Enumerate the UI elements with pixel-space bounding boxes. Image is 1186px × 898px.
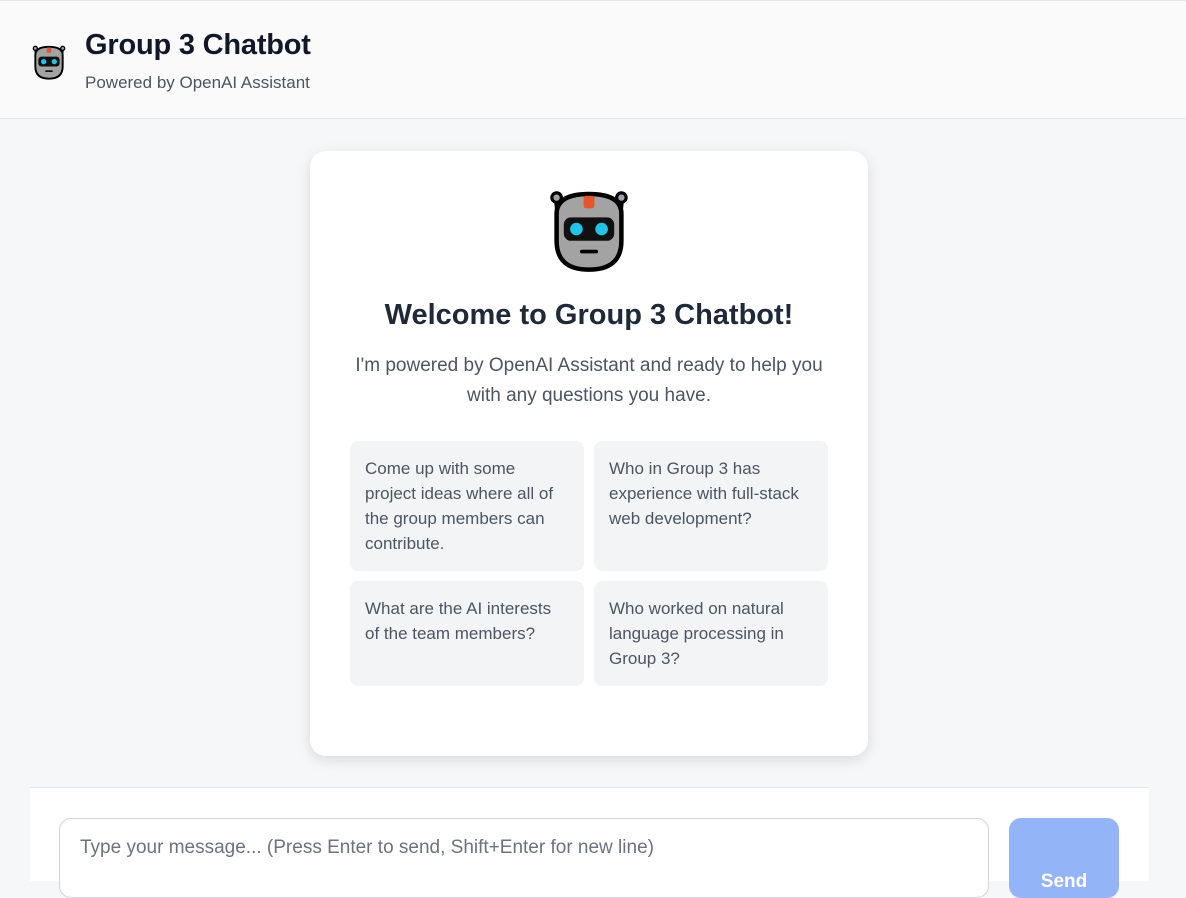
suggestion-card-nlp[interactable]: Who worked on natural language processin… [594,581,828,686]
composer-area: Send [30,787,1149,898]
app-header: Group 3 Chatbot Powered by OpenAI Assist… [0,0,1186,119]
robot-face-icon [550,191,628,272]
suggestion-card-ai-interests[interactable]: What are the AI interests of the team me… [350,581,584,686]
suggestion-card-fullstack[interactable]: Who in Group 3 has experience with full-… [594,441,828,571]
app-subtitle: Powered by OpenAI Assistant [85,73,310,92]
robot-face-icon [32,45,66,80]
welcome-description: I'm powered by OpenAI Assistant and read… [355,355,823,406]
welcome-title: Welcome to Group 3 Chatbot! [384,299,794,331]
welcome-card: Welcome to Group 3 Chatbot! I'm powered … [310,151,868,756]
message-input[interactable] [59,818,989,898]
suggestion-card-project-ideas[interactable]: Come up with some project ideas where al… [350,441,584,571]
send-button[interactable]: Send [1009,818,1119,898]
app-title: Group 3 Chatbot [85,29,311,61]
